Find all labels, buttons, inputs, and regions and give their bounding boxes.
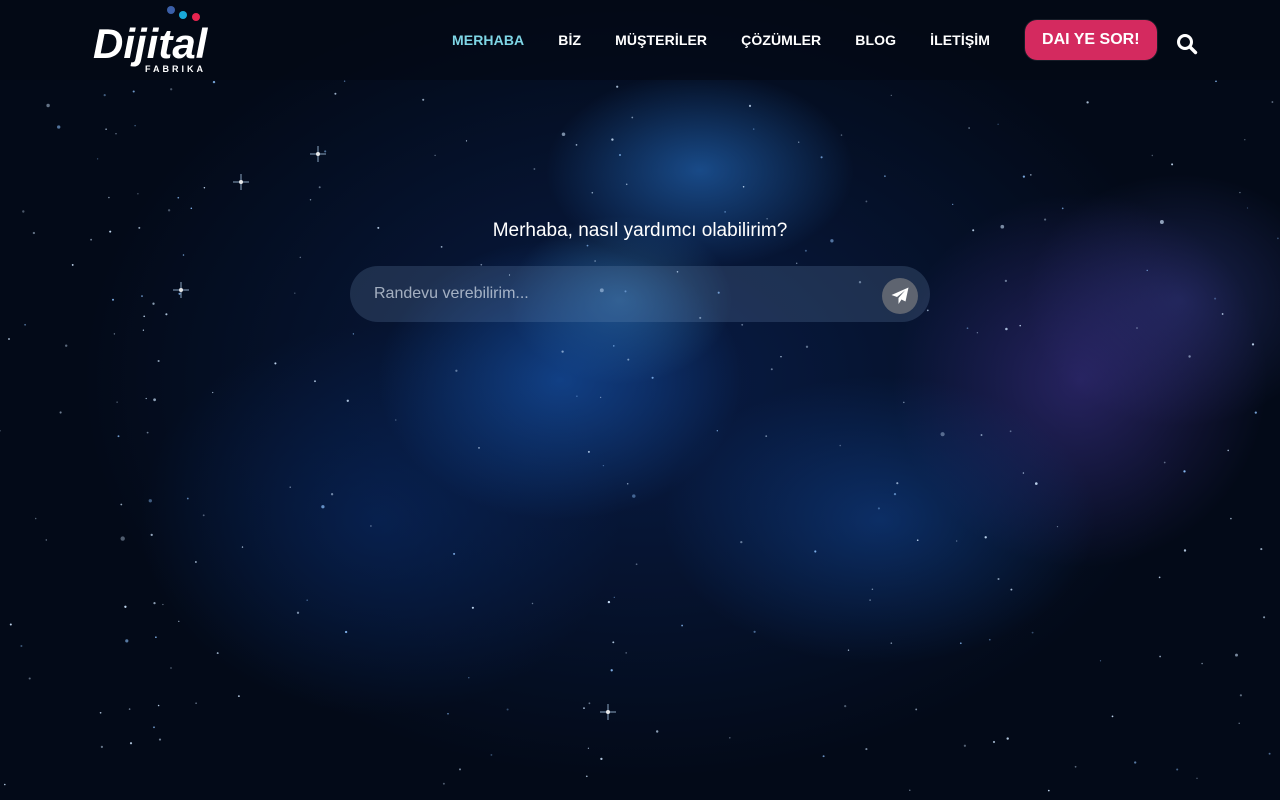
greeting-text: Merhaba, nasıl yardımcı olabilirim?	[492, 220, 788, 241]
nav-item-iletisim[interactable]: İLETİŞİM	[913, 32, 1007, 48]
main-nav: MERHABA BİZ MÜŞTERİLER ÇÖZÜMLER BLOG İLE…	[435, 0, 1157, 80]
logo-dot-2	[179, 11, 187, 19]
starfield	[0, 80, 1279, 792]
logo-text: Dijital	[93, 20, 209, 67]
logo-mark: Dijital FABRIKA	[93, 6, 209, 74]
search-icon[interactable]	[1176, 33, 1198, 55]
logo-dot-1	[167, 6, 175, 14]
nav-item-merhaba[interactable]: MERHABA	[435, 32, 541, 48]
ask-dai-button[interactable]: DAI YE SOR!	[1025, 20, 1157, 60]
nav-item-cozumler[interactable]: ÇÖZÜMLER	[724, 32, 838, 48]
nav-item-blog[interactable]: BLOG	[838, 32, 913, 48]
paper-plane-icon	[891, 287, 909, 304]
chat-input[interactable]	[374, 266, 864, 322]
send-button[interactable]	[882, 278, 918, 314]
site-logo[interactable]: Dijital FABRIKA	[93, 6, 217, 74]
chat-form	[350, 266, 930, 322]
logo-subtext: FABRIKA	[145, 64, 206, 74]
site-header: Dijital FABRIKA MERHABA BİZ MÜŞTERİLER Ç…	[0, 0, 1280, 80]
nav-item-biz[interactable]: BİZ	[541, 32, 598, 48]
nav-item-musteriler[interactable]: MÜŞTERİLER	[598, 32, 724, 48]
